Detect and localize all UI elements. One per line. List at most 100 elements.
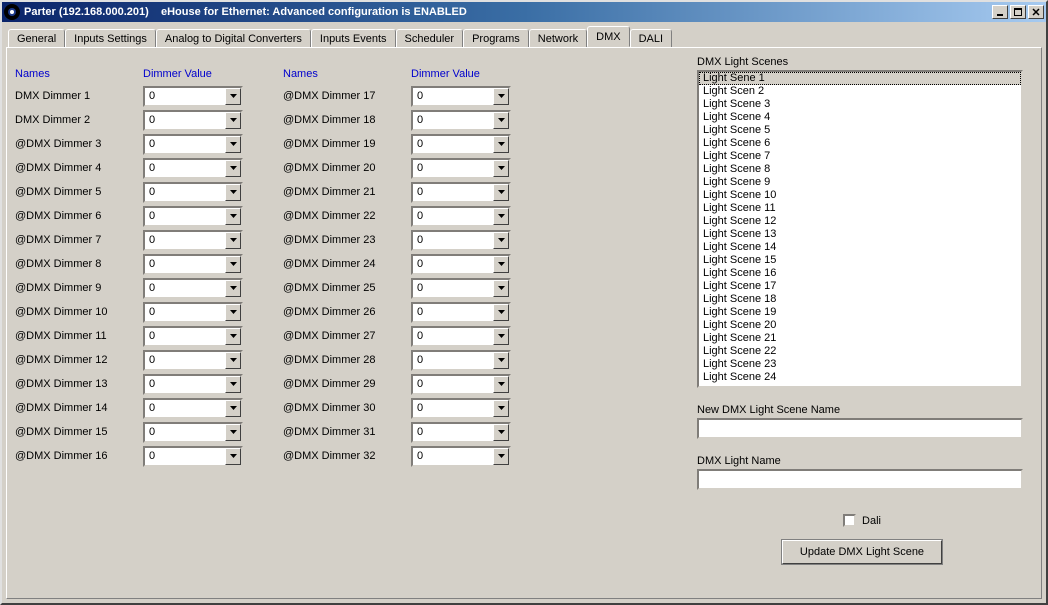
dimmer-value-select[interactable]: 0 (411, 230, 511, 251)
list-item[interactable]: Light Scene 15 (699, 254, 1021, 267)
dimmer-value-select[interactable]: 0 (143, 278, 243, 299)
chevron-down-icon[interactable] (493, 136, 509, 153)
dimmer-value-select[interactable]: 0 (143, 350, 243, 371)
dimmer-value-select[interactable]: 0 (411, 134, 511, 155)
chevron-down-icon[interactable] (493, 424, 509, 441)
list-item[interactable]: Light Scene 7 (699, 150, 1021, 163)
list-item[interactable]: Light Scene 21 (699, 332, 1021, 345)
dimmer-value-select[interactable]: 0 (411, 398, 511, 419)
list-item[interactable]: Light Scene 12 (699, 215, 1021, 228)
chevron-down-icon[interactable] (225, 160, 241, 177)
tab-network[interactable]: Network (529, 29, 587, 48)
tab-dmx[interactable]: DMX (587, 26, 629, 47)
chevron-down-icon[interactable] (493, 160, 509, 177)
dimmer-value-select[interactable]: 0 (143, 110, 243, 131)
dimmer-value-select[interactable]: 0 (411, 158, 511, 179)
dimmer-value-select[interactable]: 0 (143, 182, 243, 203)
chevron-down-icon[interactable] (493, 88, 509, 105)
chevron-down-icon[interactable] (225, 88, 241, 105)
chevron-down-icon[interactable] (493, 448, 509, 465)
tab-scheduler[interactable]: Scheduler (396, 29, 464, 48)
list-item[interactable]: Light Scene 17 (699, 280, 1021, 293)
tab-inputs-events[interactable]: Inputs Events (311, 29, 396, 48)
dali-checkbox[interactable] (843, 514, 856, 527)
chevron-down-icon[interactable] (225, 280, 241, 297)
dimmer-value-select[interactable]: 0 (143, 206, 243, 227)
chevron-down-icon[interactable] (225, 328, 241, 345)
chevron-down-icon[interactable] (225, 232, 241, 249)
chevron-down-icon[interactable] (225, 376, 241, 393)
list-item[interactable]: Light Scene 13 (699, 228, 1021, 241)
chevron-down-icon[interactable] (493, 352, 509, 369)
dimmer-value-select[interactable]: 0 (143, 302, 243, 323)
dimmer-value-select[interactable]: 0 (411, 326, 511, 347)
chevron-down-icon[interactable] (493, 232, 509, 249)
list-item[interactable]: Light Scene 18 (699, 293, 1021, 306)
list-item[interactable]: Light Scene 14 (699, 241, 1021, 254)
list-item[interactable]: Light Scene 3 (699, 98, 1021, 111)
dimmer-value-select[interactable]: 0 (143, 374, 243, 395)
chevron-down-icon[interactable] (225, 400, 241, 417)
dimmer-value-select[interactable]: 0 (143, 254, 243, 275)
minimize-button[interactable] (992, 5, 1008, 19)
list-item[interactable]: Light Scene 22 (699, 345, 1021, 358)
dimmer-value-select[interactable]: 0 (143, 86, 243, 107)
list-item[interactable]: Light Scene 20 (699, 319, 1021, 332)
dimmer-value-select[interactable]: 0 (411, 278, 511, 299)
dimmer-value-select[interactable]: 0 (411, 302, 511, 323)
chevron-down-icon[interactable] (493, 304, 509, 321)
light-name-input[interactable] (697, 469, 1023, 490)
list-item[interactable]: Light Scene 23 (699, 358, 1021, 371)
dimmer-value-select[interactable]: 0 (411, 182, 511, 203)
dimmer-value-select[interactable]: 0 (411, 350, 511, 371)
new-scene-input[interactable] (697, 418, 1023, 439)
chevron-down-icon[interactable] (493, 328, 509, 345)
list-item[interactable]: Light Scen 2 (699, 85, 1021, 98)
chevron-down-icon[interactable] (225, 112, 241, 129)
tab-dali[interactable]: DALI (630, 29, 672, 48)
tab-analog-to-digital-converters[interactable]: Analog to Digital Converters (156, 29, 311, 48)
chevron-down-icon[interactable] (225, 136, 241, 153)
update-scene-button[interactable]: Update DMX Light Scene (781, 539, 943, 565)
dimmer-value-select[interactable]: 0 (411, 254, 511, 275)
dimmer-value-select[interactable]: 0 (143, 326, 243, 347)
chevron-down-icon[interactable] (225, 448, 241, 465)
list-item[interactable]: Light Scene 11 (699, 202, 1021, 215)
chevron-down-icon[interactable] (225, 184, 241, 201)
list-item[interactable]: Light Scene 4 (699, 111, 1021, 124)
tab-general[interactable]: General (8, 29, 65, 48)
dimmer-value-select[interactable]: 0 (143, 422, 243, 443)
dimmer-value-select[interactable]: 0 (143, 134, 243, 155)
chevron-down-icon[interactable] (225, 424, 241, 441)
chevron-down-icon[interactable] (493, 376, 509, 393)
dimmer-value-select[interactable]: 0 (411, 86, 511, 107)
dimmer-value-select[interactable]: 0 (411, 446, 511, 467)
dimmer-value-select[interactable]: 0 (143, 398, 243, 419)
dimmer-value-select[interactable]: 0 (143, 446, 243, 467)
tab-inputs-settings[interactable]: Inputs Settings (65, 29, 156, 48)
dimmer-value-select[interactable]: 0 (143, 230, 243, 251)
dimmer-value-select[interactable]: 0 (411, 110, 511, 131)
dimmer-value-select[interactable]: 0 (143, 158, 243, 179)
chevron-down-icon[interactable] (225, 256, 241, 273)
tab-programs[interactable]: Programs (463, 29, 529, 48)
list-item[interactable]: Light Sene 1 (699, 72, 1021, 85)
chevron-down-icon[interactable] (493, 184, 509, 201)
list-item[interactable]: Light Scene 5 (699, 124, 1021, 137)
chevron-down-icon[interactable] (225, 304, 241, 321)
chevron-down-icon[interactable] (493, 112, 509, 129)
chevron-down-icon[interactable] (493, 400, 509, 417)
list-item[interactable]: Light Scene 10 (699, 189, 1021, 202)
chevron-down-icon[interactable] (225, 208, 241, 225)
scenes-listbox[interactable]: Light Sene 1Light Scen 2Light Scene 3Lig… (697, 70, 1023, 388)
chevron-down-icon[interactable] (225, 352, 241, 369)
close-button[interactable] (1028, 5, 1044, 19)
maximize-button[interactable] (1010, 5, 1026, 19)
list-item[interactable]: Light Scene 8 (699, 163, 1021, 176)
list-item[interactable]: Light Scene 9 (699, 176, 1021, 189)
list-item[interactable]: Light Scene 24 (699, 371, 1021, 384)
list-item[interactable]: Light Scene 16 (699, 267, 1021, 280)
chevron-down-icon[interactable] (493, 208, 509, 225)
dimmer-value-select[interactable]: 0 (411, 206, 511, 227)
chevron-down-icon[interactable] (493, 256, 509, 273)
